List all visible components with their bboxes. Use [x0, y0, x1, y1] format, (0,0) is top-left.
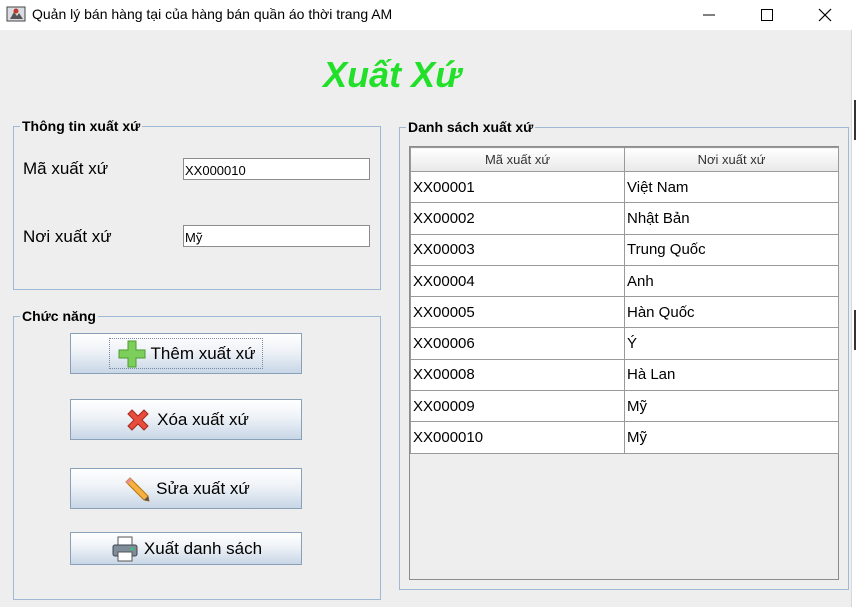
- close-button[interactable]: [796, 0, 854, 30]
- close-icon: [818, 8, 832, 22]
- export-list-button[interactable]: Xuất danh sách: [70, 532, 302, 565]
- delete-origin-label: Xóa xuất xứ: [157, 409, 249, 429]
- table-row[interactable]: XX00006 Ý: [410, 327, 839, 360]
- main-panel: Xuất Xứ Thông tin xuất xứ Mã xuất xứ Nơi…: [0, 30, 851, 607]
- cell-origin[interactable]: Hàn Quốc: [624, 296, 839, 329]
- function-group-title: Chức năng: [20, 308, 98, 324]
- page-title: Xuất Xứ: [323, 54, 461, 95]
- info-group-title: Thông tin xuất xứ: [20, 118, 143, 134]
- cell-origin[interactable]: Việt Nam: [624, 170, 839, 204]
- code-input[interactable]: [183, 158, 370, 180]
- cell-code[interactable]: XX00008: [410, 358, 625, 392]
- cell-origin[interactable]: Trung Quốc: [624, 233, 839, 266]
- table-row[interactable]: XX00008 Hà Lan: [410, 358, 839, 392]
- cell-code[interactable]: XX00003: [410, 233, 625, 266]
- info-group: Thông tin xuất xứ Mã xuất xứ Nơi xuất xứ: [13, 118, 381, 290]
- table-row[interactable]: XX00004 Anh: [410, 264, 839, 298]
- maximize-icon: [761, 9, 773, 21]
- table-row[interactable]: XX000010 Mỹ: [410, 421, 839, 454]
- window-title: Quản lý bán hàng tại của hàng bán quần á…: [32, 6, 393, 22]
- window-edge: [851, 30, 857, 607]
- cell-origin[interactable]: Mỹ: [624, 390, 839, 423]
- table-row[interactable]: XX00001 Việt Nam: [410, 170, 839, 204]
- column-header-code[interactable]: Mã xuất xứ: [410, 147, 625, 172]
- origin-table-scrollpane[interactable]: Mã xuất xứ Nơi xuất xứ XX00001 Việt Nam X…: [409, 146, 839, 580]
- edge-mark: [854, 100, 856, 140]
- add-origin-button[interactable]: Thêm xuất xứ: [70, 333, 302, 374]
- cell-origin[interactable]: Anh: [624, 264, 839, 298]
- cell-origin[interactable]: Hà Lan: [624, 358, 839, 392]
- delete-x-icon: [123, 405, 153, 435]
- table-row[interactable]: XX00009 Mỹ: [410, 390, 839, 423]
- cell-origin[interactable]: Nhật Bản: [624, 202, 839, 235]
- origin-table: Mã xuất xứ Nơi xuất xứ XX00001 Việt Nam X…: [410, 147, 839, 454]
- column-header-origin[interactable]: Nơi xuất xứ: [624, 147, 839, 172]
- focus-ring: [109, 338, 263, 369]
- title-bar: Quản lý bán hàng tại của hàng bán quần á…: [0, 0, 857, 30]
- table-header-row: Mã xuất xứ Nơi xuất xứ: [410, 147, 839, 172]
- function-group: Chức năng Thêm xuất xứ Xóa xuất xứ Sửa x…: [13, 308, 381, 600]
- cell-code[interactable]: XX00009: [410, 390, 625, 423]
- cell-code[interactable]: XX00004: [410, 264, 625, 298]
- edit-origin-button[interactable]: Sửa xuất xứ: [70, 468, 302, 509]
- cell-origin[interactable]: Mỹ: [624, 421, 839, 454]
- list-group: Danh sách xuất xứ Mã xuất xứ Nơi xuất xứ…: [399, 119, 849, 590]
- edge-mark: [854, 310, 856, 350]
- table-row[interactable]: XX00003 Trung Quốc: [410, 233, 839, 266]
- cell-code[interactable]: XX00002: [410, 202, 625, 235]
- minimize-button[interactable]: [680, 0, 738, 30]
- maximize-button[interactable]: [738, 0, 796, 30]
- table-row[interactable]: XX00005 Hàn Quốc: [410, 296, 839, 329]
- edit-origin-label: Sửa xuất xứ: [156, 478, 250, 498]
- code-label: Mã xuất xứ: [23, 159, 109, 178]
- cell-origin[interactable]: Ý: [624, 327, 839, 360]
- cell-code[interactable]: XX000010: [410, 421, 625, 454]
- table-row[interactable]: XX00002 Nhật Bản: [410, 202, 839, 235]
- pencil-icon: [122, 474, 152, 504]
- delete-origin-button[interactable]: Xóa xuất xứ: [70, 399, 302, 440]
- origin-label: Nơi xuất xứ: [23, 227, 112, 246]
- minimize-icon: [703, 14, 715, 16]
- cell-code[interactable]: XX00005: [410, 296, 625, 329]
- printer-icon: [110, 534, 140, 564]
- app-icon[interactable]: [6, 5, 26, 23]
- export-list-label: Xuất danh sách: [143, 538, 263, 558]
- origin-input[interactable]: [183, 225, 370, 247]
- list-group-title: Danh sách xuất xứ: [406, 119, 536, 135]
- cell-code[interactable]: XX00006: [410, 327, 625, 360]
- cell-code[interactable]: XX00001: [410, 170, 625, 204]
